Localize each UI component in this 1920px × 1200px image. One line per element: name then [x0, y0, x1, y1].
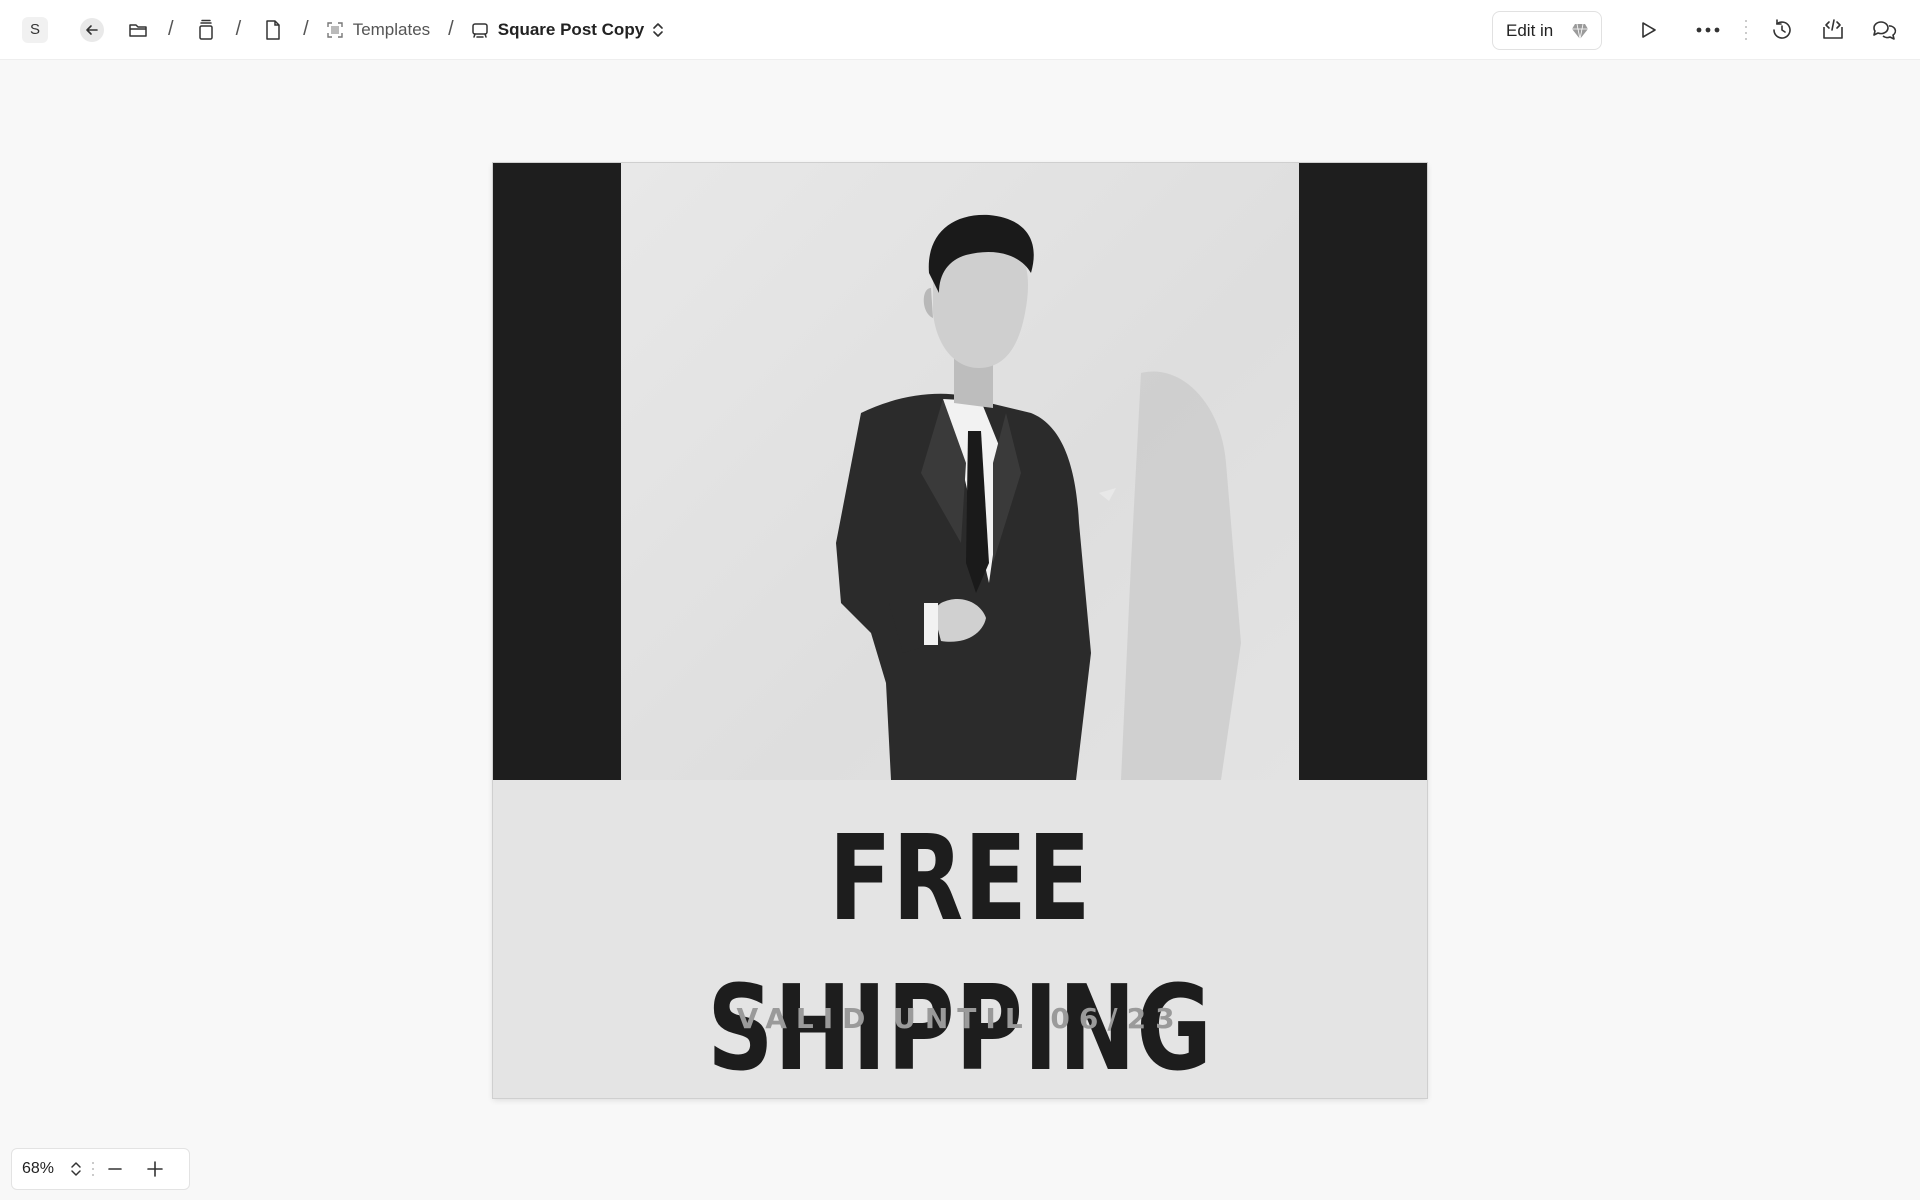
comments-icon: [1873, 21, 1897, 40]
more-options-button[interactable]: [1692, 14, 1724, 46]
play-button[interactable]: [1632, 14, 1664, 46]
file-icon[interactable]: [261, 18, 285, 42]
edit-in-button[interactable]: Edit in: [1492, 11, 1602, 50]
plus-icon: [147, 1161, 163, 1177]
breadcrumb-current-page[interactable]: Square Post Copy: [498, 20, 644, 40]
zoom-out-button[interactable]: [100, 1154, 130, 1184]
frame-icon: [323, 18, 347, 42]
headline-text[interactable]: FREE SHIPPING: [596, 803, 1325, 1098]
breadcrumb: S / / / Templates / Square Post Copy: [0, 0, 664, 60]
breadcrumb-separator: /: [448, 18, 454, 40]
breadcrumb-templates[interactable]: Templates: [353, 20, 430, 40]
minus-icon: [108, 1168, 122, 1170]
history-button[interactable]: [1766, 14, 1798, 46]
stack-icon[interactable]: [194, 18, 218, 42]
workspace-avatar[interactable]: S: [22, 16, 48, 43]
avatar-letter: S: [29, 21, 40, 38]
left-dark-band: [493, 163, 621, 780]
component-icon: [468, 18, 492, 42]
comments-button[interactable]: [1868, 14, 1900, 46]
back-button[interactable]: [80, 17, 104, 42]
zoom-in-button[interactable]: [140, 1154, 170, 1184]
chevron-up-down-icon[interactable]: [70, 1160, 82, 1178]
subline-text[interactable]: VALID UNTIL 06/23: [493, 1002, 1427, 1035]
play-icon: [1642, 22, 1656, 38]
more-horizontal-icon: [1696, 27, 1720, 33]
breadcrumb-separator: /: [168, 18, 174, 40]
breadcrumb-separator: /: [303, 18, 309, 40]
arrow-left-icon: [86, 24, 98, 35]
inspect-code-button[interactable]: [1817, 14, 1849, 46]
toolbar-divider: [1744, 20, 1748, 40]
right-dark-band: [1299, 163, 1427, 780]
folder-icon[interactable]: [126, 18, 150, 42]
man-in-suit-image: [836, 214, 1241, 780]
zoom-control: 68%: [11, 1148, 190, 1190]
top-toolbar: S / / / Templates / Square Post Copy Edi…: [0, 0, 1920, 60]
sketch-gem-icon: [1571, 22, 1589, 45]
chevron-up-down-icon[interactable]: [652, 21, 664, 39]
model-photo: [621, 163, 1299, 780]
zoom-divider: [92, 1162, 94, 1176]
history-icon: [1773, 19, 1791, 39]
breadcrumb-separator: /: [235, 18, 242, 40]
zoom-value[interactable]: 68%: [22, 1160, 62, 1178]
edit-in-label: Edit in: [1506, 20, 1554, 40]
artboard-square-post[interactable]: FREE SHIPPING VALID UNTIL 06/23: [493, 163, 1427, 1098]
code-panel-icon: [1823, 19, 1843, 39]
